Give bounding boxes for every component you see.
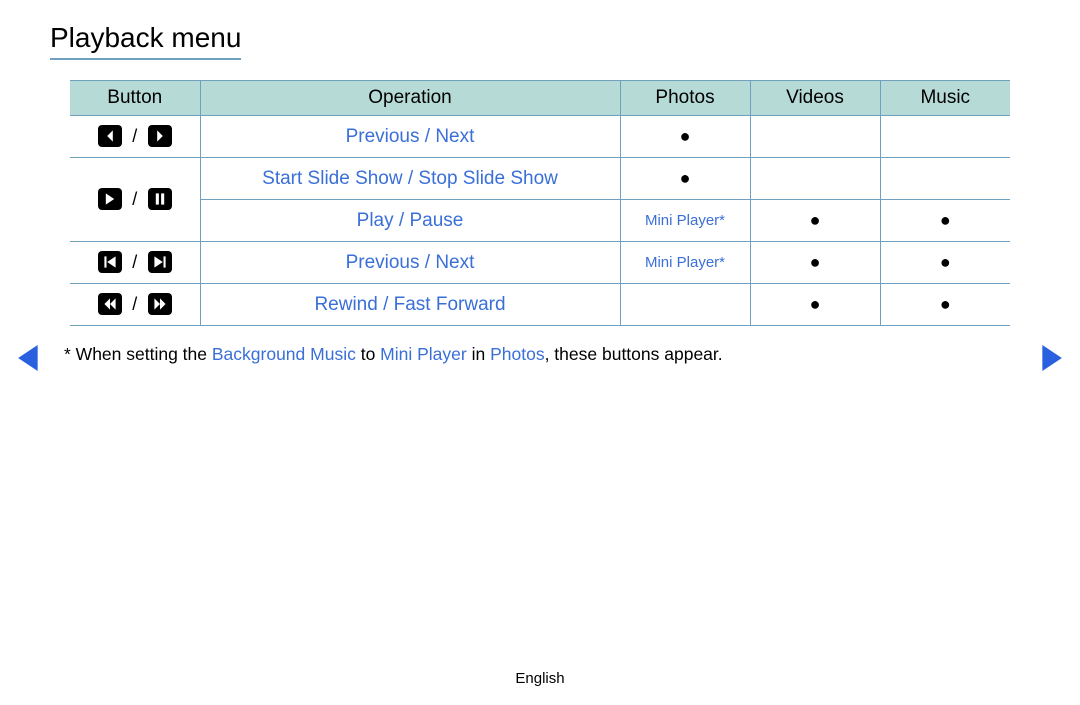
button-separator: / <box>132 189 137 210</box>
note-text: to <box>356 344 380 364</box>
note-text: in <box>467 344 490 364</box>
cell-photos: ● <box>620 116 750 158</box>
chevron-right-icon <box>148 125 172 147</box>
cell-music <box>880 116 1010 158</box>
fast-forward-icon <box>148 293 172 315</box>
table-row: Play / Pause Mini Player* ● ● <box>70 200 1010 242</box>
cell-photos <box>620 284 750 326</box>
table-row: / Rewind / Fast Forward ● ● <box>70 284 1010 326</box>
nav-prev-button[interactable] <box>18 345 40 371</box>
operation-cell: Play / Pause <box>200 200 620 242</box>
button-cell-rewind-ff: / <box>70 284 200 326</box>
button-cell-play-pause: / <box>70 158 200 242</box>
operation-cell: Previous / Next <box>200 242 620 284</box>
note-text: * When setting the <box>64 344 212 364</box>
page-title: Playback menu <box>50 22 241 60</box>
cell-music: ● <box>880 284 1010 326</box>
cell-videos <box>750 116 880 158</box>
footer-language: English <box>0 670 1080 687</box>
cell-videos <box>750 158 880 200</box>
note-link-bg-music: Background Music <box>212 344 356 364</box>
header-music: Music <box>880 81 1010 116</box>
button-cell-prev-next: / <box>70 116 200 158</box>
operation-cell: Previous / Next <box>200 116 620 158</box>
note-text: , these buttons appear. <box>545 344 723 364</box>
table-row: / Start Slide Show / Stop Slide Show ● <box>70 158 1010 200</box>
cell-videos: ● <box>750 200 880 242</box>
table-row: / Previous / Next ● <box>70 116 1010 158</box>
note-link-photos: Photos <box>490 344 544 364</box>
header-operation: Operation <box>200 81 620 116</box>
playback-table: Button Operation Photos Videos Music / P… <box>70 80 1010 326</box>
skip-next-icon <box>148 251 172 273</box>
header-videos: Videos <box>750 81 880 116</box>
cell-music <box>880 158 1010 200</box>
operation-cell: Rewind / Fast Forward <box>200 284 620 326</box>
cell-videos: ● <box>750 242 880 284</box>
cell-music: ● <box>880 200 1010 242</box>
cell-photos: Mini Player* <box>620 242 750 284</box>
button-separator: / <box>132 294 137 315</box>
button-separator: / <box>132 126 137 147</box>
rewind-icon <box>98 293 122 315</box>
operation-cell: Start Slide Show / Stop Slide Show <box>200 158 620 200</box>
button-cell-skip: / <box>70 242 200 284</box>
cell-photos: Mini Player* <box>620 200 750 242</box>
cell-music: ● <box>880 242 1010 284</box>
header-button: Button <box>70 81 200 116</box>
chevron-left-icon <box>98 125 122 147</box>
button-separator: / <box>132 252 137 273</box>
pause-icon <box>148 188 172 210</box>
header-photos: Photos <box>620 81 750 116</box>
cell-videos: ● <box>750 284 880 326</box>
skip-previous-icon <box>98 251 122 273</box>
nav-next-button[interactable] <box>1040 345 1062 371</box>
play-icon <box>98 188 122 210</box>
cell-photos: ● <box>620 158 750 200</box>
note-link-mini-player: Mini Player <box>380 344 467 364</box>
footnote: * When setting the Background Music to M… <box>64 344 723 365</box>
table-row: / Previous / Next Mini Player* ● ● <box>70 242 1010 284</box>
